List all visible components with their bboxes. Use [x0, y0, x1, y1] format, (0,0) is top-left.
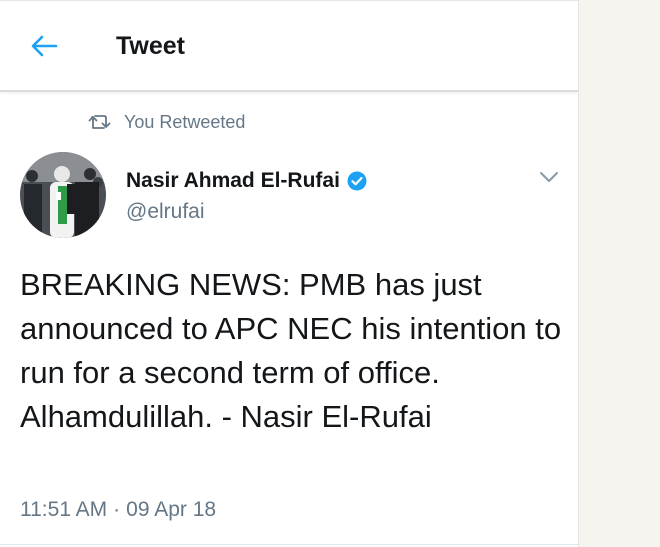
- avatar-photo: [20, 152, 106, 238]
- retweet-context-label: You Retweeted: [124, 111, 246, 132]
- tweet-detail-screen: Tweet You Retweeted Nasir Ahmad El-Rufai: [0, 0, 579, 547]
- verified-badge-icon: [347, 171, 367, 191]
- tweet-time: 11:51 AM: [20, 498, 108, 521]
- retweet-icon: [88, 115, 111, 129]
- top-app-bar: Tweet: [0, 0, 578, 92]
- arrow-left-icon: [31, 35, 58, 57]
- author-name[interactable]: Nasir Ahmad El-Rufai: [126, 169, 340, 193]
- author-row: Nasir Ahmad El-Rufai: [126, 168, 367, 194]
- back-button[interactable]: [26, 30, 62, 62]
- tweet-menu-button[interactable]: [536, 166, 562, 188]
- author-handle[interactable]: @elrufai: [126, 200, 205, 224]
- avatar[interactable]: [20, 152, 106, 238]
- divider: [0, 544, 578, 545]
- retweet-context: You Retweeted: [88, 110, 245, 134]
- tweet-timestamp: 11:51 AM · 09 Apr 18: [20, 498, 216, 522]
- meta-separator: ·: [113, 498, 121, 521]
- status-divider: [0, 0, 578, 1]
- tweet-text: BREAKING NEWS: PMB has just announced to…: [20, 267, 562, 434]
- page-title: Tweet: [116, 32, 185, 60]
- tweet-date: 09 Apr 18: [126, 498, 217, 521]
- chevron-down-icon: [540, 172, 558, 182]
